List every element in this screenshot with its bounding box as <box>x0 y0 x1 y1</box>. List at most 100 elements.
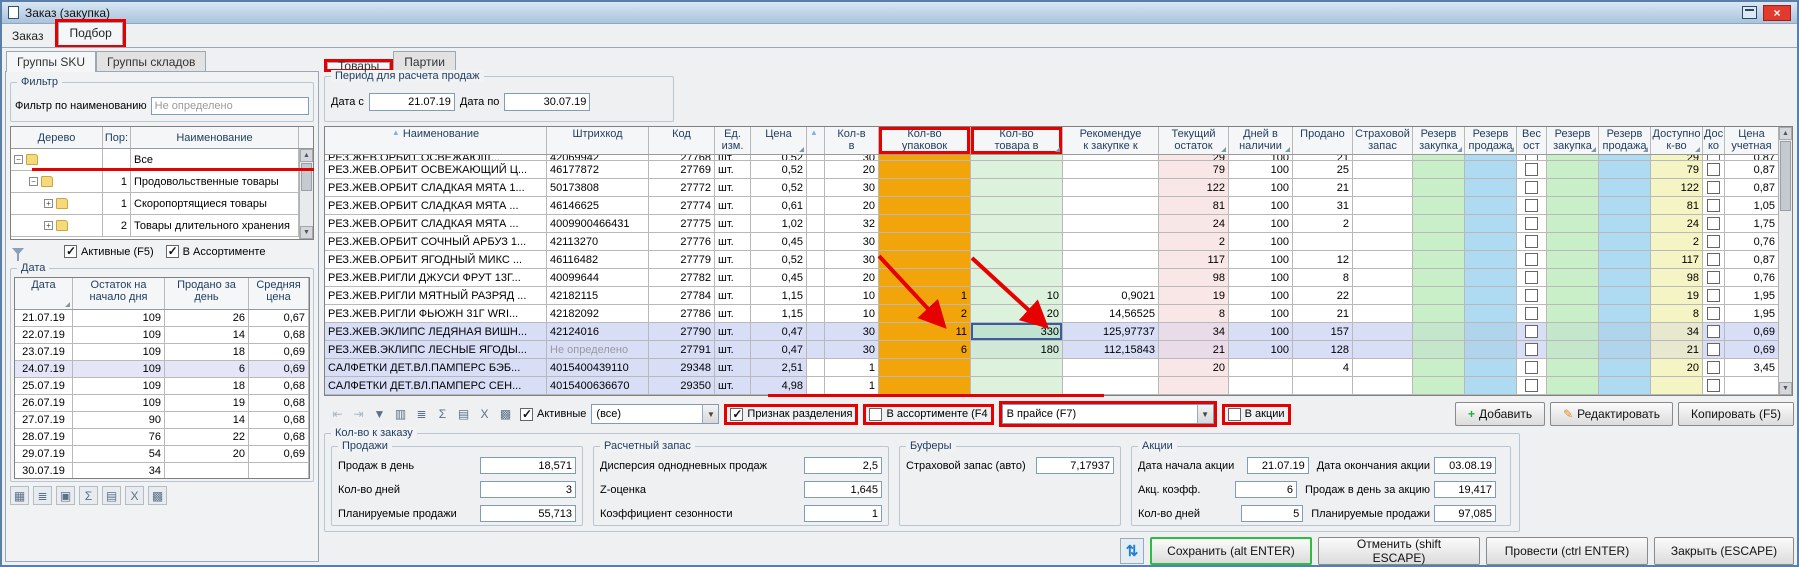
goods-column-header[interactable]: Дос ко <box>1703 127 1725 154</box>
name-filter-input[interactable]: Не определено <box>151 97 309 115</box>
buffers-value[interactable]: 7,17937 <box>1036 457 1114 474</box>
date-row[interactable]: 28.07.1976220,68 <box>15 429 309 446</box>
calc-stock-value[interactable]: 2,5 <box>804 457 882 474</box>
row-checkbox[interactable] <box>1525 307 1538 320</box>
checkbox[interactable]: ✓ <box>166 245 179 258</box>
goods-row[interactable]: РЕЗ.ЖЕВ.РИГЛИ ФЬЮЖН 31Г WRI...4218209227… <box>325 305 1792 323</box>
promo-value[interactable]: 5 <box>1241 505 1303 522</box>
goods-row[interactable]: РЕЗ.ЖЕВ.ОРБИТ СЛАДКАЯ МЯТА 1...501738082… <box>325 179 1792 197</box>
tab-batches[interactable]: Партии <box>393 51 456 72</box>
tab-goods[interactable]: Товары <box>327 62 390 69</box>
goods-row[interactable]: РЕЗ.ЖЕВ.ОРБИТ СЛАДКАЯ МЯТА ...4009900466… <box>325 215 1792 233</box>
goods-column-header[interactable]: Код <box>649 127 715 154</box>
sum-icon[interactable]: Σ <box>79 486 98 505</box>
date-column-header[interactable]: Остаток на начало дня <box>73 278 165 309</box>
goods-column-header[interactable]: Кол-во упаковок <box>879 127 971 154</box>
active-f5-checkbox[interactable]: ✓Активные (F5) <box>64 245 154 258</box>
tab-pick[interactable]: Подбор <box>58 22 122 45</box>
promo-value[interactable]: 03.08.19 <box>1434 457 1496 474</box>
row-checkbox[interactable] <box>1707 307 1720 320</box>
row-checkbox[interactable] <box>1525 235 1538 248</box>
price-select[interactable]: В прайсе (F7) ▼ <box>1002 404 1214 424</box>
row-checkbox[interactable] <box>1707 271 1720 284</box>
goods-column-header[interactable]: Страховой запас <box>1353 127 1413 154</box>
cancel-button[interactable]: Отменить (shift ESCAPE) <box>1318 537 1480 565</box>
edit-button[interactable]: ✎Редактировать <box>1550 402 1673 426</box>
goods-column-header[interactable]: Продано <box>1293 127 1353 154</box>
save-button[interactable]: Сохранить (alt ENTER) <box>1150 537 1312 565</box>
promo-value[interactable]: 97,085 <box>1434 505 1496 522</box>
tree-column-header[interactable]: Дерево <box>11 127 103 148</box>
goods-column-header[interactable]: Резерв закупка <box>1547 127 1599 154</box>
date-row[interactable]: 21.07.19109260,67 <box>15 310 309 327</box>
goods-row[interactable]: РЕЗ.ЖЕВ.РИГЛИ ДЖУСИ ФРУТ 13Г...400996442… <box>325 269 1792 287</box>
row-checkbox[interactable] <box>1707 235 1720 248</box>
row-checkbox[interactable] <box>1525 199 1538 212</box>
row-checkbox[interactable] <box>1525 181 1538 194</box>
goods-table-scrollbar[interactable]: ▲ ▼ <box>1778 127 1792 395</box>
sync-button[interactable]: ⇅ <box>1120 538 1144 564</box>
goods-row[interactable]: САЛФЕТКИ ДЕТ.ВЛ.ПАМПЕРС СЕН...4015400636… <box>325 377 1792 395</box>
sales-value[interactable]: 55,713 <box>480 505 576 522</box>
date-row[interactable]: 26.07.19109190,68 <box>15 395 309 412</box>
close-button[interactable]: × <box>1763 5 1791 21</box>
in-assortment-checkbox[interactable]: ✓В Ассортименте <box>166 245 266 258</box>
indent-right-icon[interactable]: ⇥ <box>349 405 368 424</box>
row-checkbox[interactable] <box>1707 155 1720 160</box>
print-icon[interactable]: ▤ <box>454 405 473 424</box>
row-checkbox[interactable] <box>1707 217 1720 230</box>
date-column-header[interactable]: Дата <box>15 278 73 309</box>
goods-row[interactable]: РЕЗ.ЖЕВ.РИГЛИ МЯТНЫЙ РАЗРЯД ...421821152… <box>325 287 1792 305</box>
goods-column-header[interactable]: ▲ <box>807 127 825 154</box>
goods-column-header[interactable]: Резерв продажа <box>1599 127 1651 154</box>
layers-icon[interactable]: ▣ <box>56 486 75 505</box>
row-checkbox[interactable] <box>1525 361 1538 374</box>
date-row[interactable]: 24.07.1910960,69 <box>15 361 309 378</box>
excel-icon[interactable]: X <box>125 486 144 505</box>
close-window-button[interactable]: Закрыть (ESCAPE) <box>1654 537 1794 565</box>
goods-column-header[interactable]: Цена учетная <box>1725 127 1779 154</box>
calc-stock-value[interactable]: 1,645 <box>804 481 882 498</box>
assortment-checkbox[interactable]: В ассортименте (F4 <box>869 408 987 421</box>
tree-scrollbar[interactable]: ▲ ▼ <box>299 149 313 239</box>
print-icon[interactable]: ▤ <box>102 486 121 505</box>
date-row[interactable]: 25.07.19109180,68 <box>15 378 309 395</box>
goods-column-header[interactable]: Цена <box>751 127 807 154</box>
date-column-header[interactable]: Средняя цена <box>249 278 309 309</box>
goods-row[interactable]: РЕЗ.ЖЕВ.ОРБИТ СЛАДКАЯ МЯТА ...4614662527… <box>325 197 1792 215</box>
goods-column-header[interactable]: Кол-в в <box>825 127 879 154</box>
date-row[interactable]: 23.07.19109180,69 <box>15 344 309 361</box>
sum-table-icon[interactable]: Σ <box>433 405 452 424</box>
goods-row[interactable]: РЕЗ.ЖЕВ.ЭКЛИПС ЛЕДЯНАЯ ВИШН...4212401627… <box>325 323 1792 341</box>
row-checkbox[interactable] <box>1525 379 1538 392</box>
maximize-button[interactable] <box>1742 6 1757 19</box>
promo-value[interactable]: 21.07.19 <box>1247 457 1309 474</box>
numbered-list-icon[interactable]: ≣ <box>412 405 431 424</box>
division-checkbox[interactable]: ✓ Признак разделения <box>730 408 852 421</box>
goods-column-header[interactable]: Резерв продажа <box>1465 127 1517 154</box>
tree-column-header[interactable]: Пор: <box>103 127 131 148</box>
row-checkbox[interactable] <box>1707 361 1720 374</box>
goods-column-header[interactable]: Текущий остаток <box>1159 127 1229 154</box>
goods-row[interactable]: САЛФЕТКИ ДЕТ.ВЛ.ПАМПЕРС БЭБ...4015400439… <box>325 359 1792 377</box>
post-button[interactable]: Провести (ctrl ENTER) <box>1486 537 1648 565</box>
tree-row[interactable]: +2Товары длительного хранения <box>11 215 313 237</box>
filter-add-icon[interactable] <box>12 248 24 256</box>
all-select[interactable]: (все) ▼ <box>591 404 719 424</box>
date-to-input[interactable]: 30.07.19 <box>504 93 590 111</box>
indent-left-icon[interactable]: ⇤ <box>328 405 347 424</box>
grid-icon[interactable]: ▦ <box>10 486 29 505</box>
goods-row[interactable]: РЕЗ.ЖЕВ.ЭКЛИПС ЛЕСНЫЕ ЯГОДЫ...Не определ… <box>325 341 1792 359</box>
promo-checkbox[interactable]: В акции <box>1228 408 1285 421</box>
goods-row[interactable]: РЕЗ.ЖЕВ.ОРБИТ СОЧНЫЙ АРБУЗ 1...421132702… <box>325 233 1792 251</box>
goods-column-header[interactable]: Штрихкод <box>547 127 649 154</box>
date-row[interactable]: 27.07.1990140,68 <box>15 412 309 429</box>
active-filter-checkbox[interactable]: ✓ Активные <box>520 408 586 421</box>
goods-column-header[interactable]: Кол-во товара в <box>971 127 1063 154</box>
goods-column-header[interactable]: ▲Наименование <box>325 127 547 154</box>
goods-column-header[interactable]: Доступно к-во <box>1651 127 1703 154</box>
columns-icon[interactable]: ▥ <box>391 405 410 424</box>
row-checkbox[interactable] <box>1707 199 1720 212</box>
table-edit-icon[interactable]: ▩ <box>496 405 515 424</box>
row-checkbox[interactable] <box>1525 325 1538 338</box>
